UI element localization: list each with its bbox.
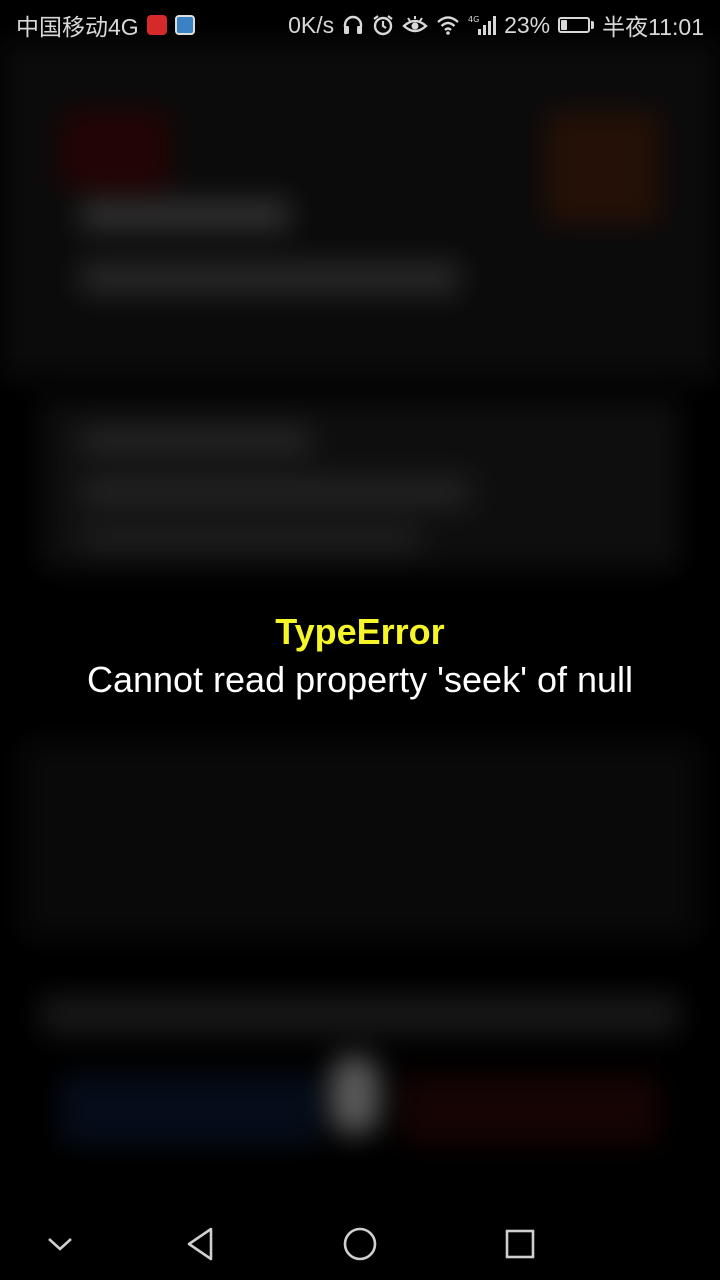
recents-button[interactable] <box>498 1222 542 1266</box>
bg-text-block <box>80 478 470 506</box>
recents-icon <box>505 1229 535 1259</box>
browser-app-icon <box>174 15 195 35</box>
bg-button-block <box>400 1075 660 1145</box>
collapse-nav-button[interactable] <box>38 1222 82 1266</box>
status-bar-right: 0K/s 4G 23% 半夜11:01 <box>288 8 704 42</box>
battery-percent-label: 23% <box>504 11 551 38</box>
error-message-label: Cannot read property 'seek' of null <box>86 659 634 700</box>
bg-button-block <box>60 1075 320 1145</box>
collapse-icon <box>48 1238 72 1251</box>
battery-fill <box>561 20 568 30</box>
carrier-label: 中国移动4G <box>16 14 139 40</box>
battery-tip <box>591 21 595 29</box>
alarm-icon <box>372 14 394 36</box>
error-overlay: TypeError Cannot read property 'seek' of… <box>0 608 720 704</box>
error-type-label: TypeError <box>275 611 445 652</box>
back-icon <box>187 1227 213 1261</box>
headphones-icon <box>342 14 364 36</box>
net-speed-label: 0K/s <box>288 11 335 38</box>
svg-text:4G: 4G <box>468 15 479 24</box>
bg-knob-block <box>330 1055 380 1135</box>
back-button[interactable] <box>178 1222 222 1266</box>
bg-progress-block <box>40 995 680 1035</box>
clock-label: 半夜11:01 <box>602 14 704 40</box>
home-icon <box>343 1227 377 1261</box>
battery-body <box>558 17 591 33</box>
bg-text-block <box>80 526 420 550</box>
battery-icon <box>558 17 595 33</box>
bg-text-block <box>80 262 460 294</box>
status-bar-left: 中国移动4G <box>16 8 195 42</box>
eye-comfort-icon <box>402 14 428 36</box>
bg-text-block <box>80 200 290 230</box>
bg-content-block <box>20 740 700 940</box>
bg-text-block <box>80 428 310 454</box>
signal-4g-icon: 4G <box>468 14 497 36</box>
bg-logo-block <box>60 110 170 190</box>
status-bar: 中国移动4G 0K/s 4G 23% 半夜11:01 <box>0 0 720 50</box>
home-button[interactable] <box>338 1222 382 1266</box>
bg-avatar-block <box>545 110 660 225</box>
news-app-icon <box>146 15 167 35</box>
navigation-bar <box>0 1208 720 1280</box>
wifi-icon <box>436 14 460 36</box>
